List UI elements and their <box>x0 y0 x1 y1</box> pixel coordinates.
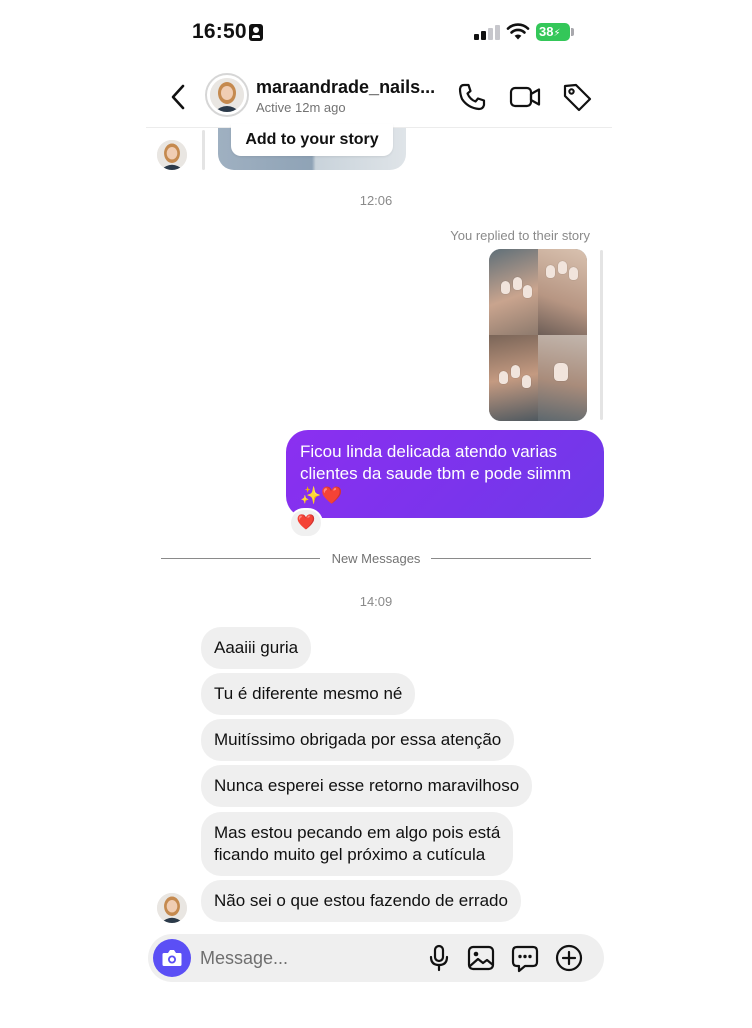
avatar[interactable] <box>205 73 249 117</box>
plus-circle-icon[interactable] <box>553 942 585 974</box>
received-message[interactable]: Tu é diferente mesmo né <box>201 673 416 715</box>
chevron-left-icon[interactable] <box>164 80 194 114</box>
timestamp: 14:09 <box>359 594 393 609</box>
profile-photo-icon <box>157 140 187 170</box>
video-camera-icon[interactable] <box>508 80 542 114</box>
profile-photo-icon <box>210 78 244 112</box>
battery-tip <box>571 28 574 36</box>
phone-icon[interactable] <box>455 80 489 114</box>
story-reply-label: You replied to their story <box>450 228 590 243</box>
contact-username[interactable]: maraandrade_nails... <box>256 77 435 98</box>
tag-icon[interactable] <box>560 80 594 114</box>
focus-id-icon <box>249 24 263 41</box>
received-message[interactable]: Muitíssimo obrigada por essa atenção <box>201 719 515 761</box>
message-input[interactable] <box>200 944 420 972</box>
sent-message[interactable]: Ficou linda delicada atendo varias clien… <box>286 430 604 518</box>
received-message[interactable]: Nunca esperei esse retorno maravilhoso <box>201 765 533 807</box>
wifi-icon <box>506 23 530 40</box>
avatar[interactable] <box>157 140 187 170</box>
story-photo-quadrant <box>489 335 538 421</box>
battery-level: 38 <box>539 24 554 39</box>
story-photo-quadrant <box>538 335 587 421</box>
active-status: Active 12m ago <box>256 100 346 115</box>
chat-bubble-icon[interactable] <box>509 942 541 974</box>
status-time: 16:50 <box>192 20 247 43</box>
received-message[interactable]: Mas estou pecando em algo pois está fica… <box>201 812 514 876</box>
add-to-story-button[interactable]: Add to your story <box>231 124 393 156</box>
heart-reaction[interactable]: ❤️ <box>289 508 323 538</box>
avatar[interactable] <box>157 893 187 923</box>
battery-icon: 38⚡ <box>536 23 570 41</box>
microphone-icon[interactable] <box>423 942 455 974</box>
cellular-signal-icon <box>474 24 500 40</box>
image-icon[interactable] <box>465 942 497 974</box>
story-photo-quadrant <box>489 249 538 335</box>
story-photo-quadrant <box>538 249 587 335</box>
timestamp: 12:06 <box>359 193 393 208</box>
story-thumbnail[interactable] <box>489 249 587 421</box>
camera-button[interactable] <box>153 939 191 977</box>
camera-icon <box>162 950 182 966</box>
received-message[interactable]: Aaaiii guria <box>201 627 312 669</box>
story-reply-line <box>600 250 603 420</box>
story-reply-line <box>202 130 205 170</box>
profile-photo-icon <box>157 893 187 923</box>
new-messages-label: New Messages <box>331 551 421 566</box>
received-message[interactable]: Não sei o que estou fazendo de errado <box>201 880 521 922</box>
